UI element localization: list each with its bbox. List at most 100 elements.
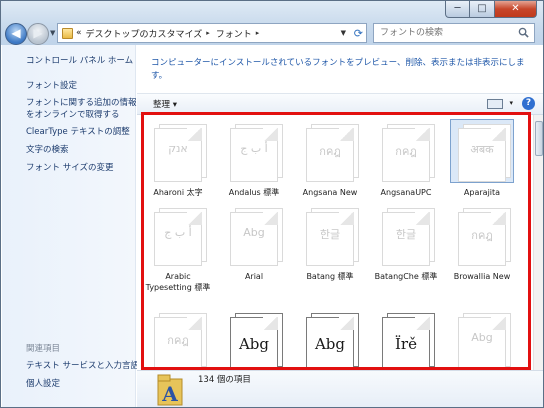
search-input[interactable] [374,24,509,42]
font-name: Aharoni 太字 [153,188,203,197]
forward-button[interactable]: ▶ [27,23,49,45]
breadcrumb-separator[interactable]: ▸ [256,29,260,37]
font-name: Browallia New [453,272,511,281]
breadcrumb-overflow[interactable]: « [76,28,82,38]
font-thumbnail[interactable]: กคฎ [451,204,513,266]
font-item[interactable]: กคฎ Angsana New [294,120,366,199]
search-box[interactable] [373,23,535,43]
page-fold [491,212,506,225]
font-thumbnail[interactable]: 한글 [299,204,361,266]
font-item[interactable]: กคฎ [142,309,214,377]
font-sample: Abg [471,331,493,344]
page-fold [263,128,278,141]
search-icon[interactable] [518,27,529,38]
vertical-scrollbar[interactable] [533,115,543,377]
control-panel-home-link[interactable]: コントロール パネル ホーム [26,55,133,67]
font-item[interactable]: अबक Aparajita [446,119,518,199]
breadcrumb-customization[interactable]: デスクトップのカスタマイズ [86,27,203,40]
font-sample: أ ب ج [164,226,192,239]
font-thumbnail[interactable]: Abg [223,204,285,266]
svg-text:A: A [161,382,178,406]
font-thumbnail[interactable]: Abg [451,309,513,371]
address-dropdown[interactable]: ▼ [341,29,346,37]
organize-menu[interactable]: 整理 ▾ [153,98,177,110]
font-item[interactable]: 한글 BatangChe 標準 [370,204,442,283]
font-item[interactable]: Ïrě [370,309,442,377]
window-controls: ─ □ ✕ [445,1,537,18]
related-heading: 関連項目 [26,344,61,354]
page-description: コンピューターにインストールされているフォントをプレビュー、削除、表示または非表… [151,58,525,81]
page-fold [339,212,354,225]
page-fold [491,128,506,141]
back-button[interactable]: ◀ [5,23,27,45]
address-bar[interactable]: « デスクトップのカスタマイズ ▸ フォント ▸ ▼ ⟳ [57,23,367,43]
font-sample: Abg [314,335,346,353]
page-fold [263,212,278,225]
font-thumbnail[interactable]: กคฎ [147,309,209,371]
view-dropdown[interactable]: ▾ [509,99,513,107]
font-sample: अबक [470,143,494,156]
help-icon[interactable]: ? [522,97,535,110]
scroll-thumb[interactable] [535,121,543,156]
font-name: Aparajita [463,188,501,197]
page-fold [187,128,202,141]
maximize-button[interactable]: □ [470,1,495,18]
font-folder-icon: A [157,374,183,406]
refresh-icon[interactable]: ⟳ [354,27,363,40]
font-settings-link[interactable]: フォント設定 [26,80,77,92]
font-sample: กคฎ [395,145,417,158]
font-name: Arial [244,272,264,281]
task-pane: コントロール パネル ホーム フォント設定 フォントに関する追加の情報 をオンラ… [2,45,139,407]
font-sample: กคฎ [471,229,493,242]
recent-pages-dropdown[interactable]: ▼ [50,29,55,37]
view-icon[interactable] [487,99,503,109]
font-thumbnail[interactable]: أ ب ج [147,204,209,266]
minimize-button[interactable]: ─ [445,1,470,18]
font-thumbnail[interactable]: Ïrě [375,309,437,371]
font-name: AngsanaUPC [380,188,432,197]
font-item[interactable]: Abg [218,309,290,377]
page-fold [491,317,506,330]
page-fold [187,317,202,330]
find-character-link[interactable]: 文字の検索 [26,144,69,156]
font-thumbnail[interactable]: Abg [223,309,285,371]
explorer-window: ─ □ ✕ ◀ ▶ ▼ « デスクトップのカスタマイズ ▸ フォント ▸ ▼ ⟳… [0,0,544,408]
font-item[interactable]: กคฎ AngsanaUPC [370,120,442,199]
breadcrumb-fonts[interactable]: フォント [216,27,252,40]
font-name: Arabic Typesetting 標準 [145,272,211,292]
cleartype-link[interactable]: ClearType テキストの調整 [26,126,130,138]
font-item[interactable]: أ ب ج Andalus 標準 [218,120,290,199]
command-bar: 整理 ▾ ▾ ? [137,93,543,115]
page-fold [415,128,430,141]
font-item[interactable]: 한글 Batang 標準 [294,204,366,283]
font-name: Andalus 標準 [228,188,280,197]
font-thumbnail[interactable]: Abg [299,309,361,371]
breadcrumb-separator[interactable]: ▸ [206,29,210,37]
close-button[interactable]: ✕ [495,1,537,18]
font-item[interactable]: أ ب ج Arabic Typesetting 標準 [142,204,214,293]
get-fonts-online-link-line2[interactable]: をオンラインで取得する [26,109,120,121]
page-fold [263,317,278,330]
font-item[interactable]: Abg Arial [218,204,290,283]
font-sample: 한글 [319,228,341,241]
details-pane: A 134 個の項目 [137,370,543,407]
font-thumbnail[interactable]: أ ب ج [223,120,285,182]
personalization-link[interactable]: 個人設定 [26,378,60,390]
font-sample: Ïrě [395,335,417,353]
font-item[interactable]: Abg [446,309,518,377]
text-services-link[interactable]: テキスト サービスと入力言語 [26,360,139,372]
font-sample: Abg [243,226,265,239]
font-thumbnail[interactable]: กคฎ [299,120,361,182]
change-font-size-link[interactable]: フォント サイズの変更 [26,162,113,174]
font-item[interactable]: Abg [294,309,366,377]
font-item[interactable]: אנק Aharoni 太字 [142,120,214,199]
get-fonts-online-link[interactable]: フォントに関する追加の情報 [26,97,137,109]
font-thumbnail[interactable]: अबक [450,119,514,183]
font-thumbnail[interactable]: אנק [147,120,209,182]
item-count: 134 個の項目 [198,375,251,385]
page-fold [187,212,202,225]
font-thumbnail[interactable]: กคฎ [375,120,437,182]
page-fold [339,317,354,330]
font-item[interactable]: กคฎ Browallia New [446,204,518,283]
font-thumbnail[interactable]: 한글 [375,204,437,266]
